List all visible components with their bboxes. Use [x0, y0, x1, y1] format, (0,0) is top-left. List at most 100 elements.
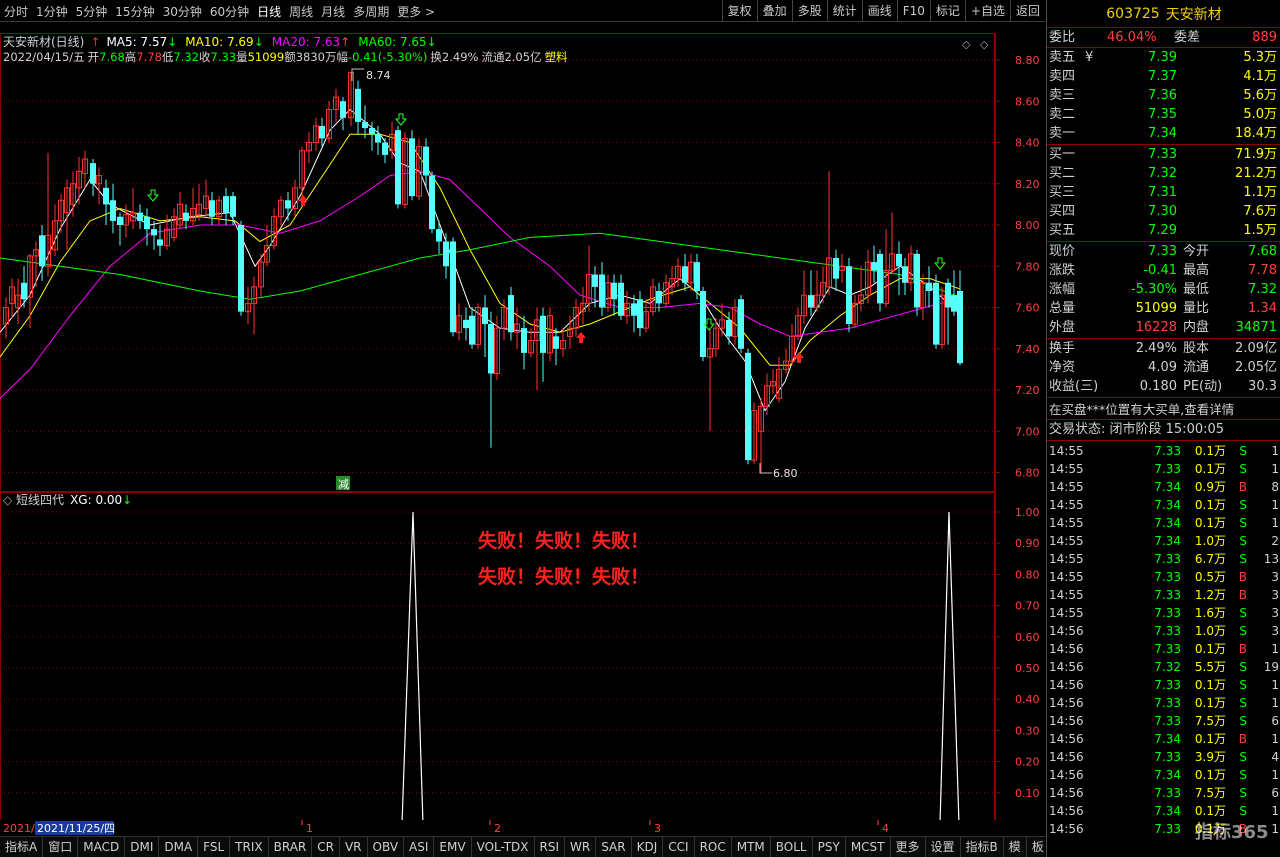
indicator-tab[interactable]: BOLL [771, 837, 813, 857]
period-tab[interactable]: 30分钟 [159, 3, 206, 20]
indicator-tab[interactable]: VR [340, 837, 368, 857]
indicator-tab[interactable]: ASI [404, 837, 435, 857]
stat-label: 涨幅 [1049, 282, 1076, 297]
y-tick-label: 8.40 [1015, 137, 1040, 150]
indicator-tab[interactable]: EMV [434, 837, 472, 857]
tick-count: 1 [1271, 678, 1279, 692]
candlestick [450, 237, 456, 337]
tick-price: 7.33 [1154, 822, 1181, 836]
tick-side: B [1238, 642, 1247, 656]
tick-side: S [1239, 606, 1247, 620]
indicator-tab[interactable]: OBV [368, 837, 405, 857]
toolbar-button[interactable]: F10 [896, 0, 930, 22]
candlestick [534, 307, 540, 390]
candlestick [436, 220, 442, 254]
currency-mark: ¥ [1085, 50, 1094, 65]
candlestick [521, 315, 527, 370]
ma10-label: MA10: 7.69 [185, 35, 253, 49]
indicator-tab[interactable]: TRIX [230, 837, 269, 857]
stock-header[interactable]: 603725 天安新材 [1047, 0, 1280, 28]
info-low-label: 低 [162, 50, 174, 64]
toolbar-button[interactable]: 统计 [826, 0, 862, 22]
period-tab[interactable]: 15分钟 [111, 3, 158, 20]
candlestick [463, 307, 469, 341]
watermark-logo: 指标365 [1195, 822, 1269, 843]
tick-side: B [1238, 570, 1247, 584]
period-tab[interactable]: 1分钟 [32, 3, 72, 20]
candlestick [865, 249, 871, 304]
period-tab[interactable]: 60分钟 [206, 3, 253, 20]
bid-volume: 1.1万 [1243, 185, 1277, 200]
indicator-title-line: ◇ 短线四代 XG: 0.00↓ [3, 493, 132, 507]
toolbar-button[interactable]: 标记 [929, 0, 965, 22]
candlestick [482, 295, 488, 357]
toolbar-button[interactable]: 复权 [721, 0, 757, 22]
indicator-tab[interactable]: RSI [535, 837, 566, 857]
tick-time: 14:55 [1049, 534, 1084, 548]
indicator-tab[interactable]: SAR [596, 837, 632, 857]
info-amount-label: 额 [284, 50, 296, 64]
tick-side: S [1239, 444, 1247, 458]
indicator-tab[interactable]: 更多 [891, 837, 926, 857]
toolbar-button[interactable]: 多股 [791, 0, 827, 22]
bid-label: 买五 [1049, 223, 1076, 238]
toolbar-button[interactable]: 返回 [1009, 0, 1045, 22]
indicator-tab[interactable]: VOL-TDX [472, 837, 535, 857]
ma60-label: MA60: 7.65 [358, 35, 426, 49]
toolbar-button[interactable]: 画线 [861, 0, 897, 22]
indicator-tab[interactable]: DMA [159, 837, 199, 857]
tick-count: 1 [1271, 642, 1279, 656]
indicator-tab[interactable]: 指标A [0, 837, 44, 857]
stat-label: 净资 [1049, 360, 1076, 375]
period-tab[interactable]: 月线 [317, 3, 349, 20]
indicator-tab[interactable]: MACD [78, 837, 126, 857]
notice-row[interactable]: 在买盘***位置有大买单,查看详情 [1049, 400, 1279, 419]
indicator-tab[interactable]: KDJ [632, 837, 664, 857]
indicator-tab[interactable]: WR [565, 837, 597, 857]
right-tab[interactable]: 指标B [961, 837, 1004, 857]
info-open-label: 开 [88, 50, 100, 64]
tick-price: 7.33 [1154, 588, 1181, 602]
period-tab[interactable]: 周线 [285, 3, 317, 20]
indicator-tab[interactable]: ROC [695, 837, 732, 857]
indicator-tab[interactable]: BRAR [269, 837, 313, 857]
period-tab[interactable]: 日线 [253, 3, 285, 20]
candle-body [443, 241, 449, 267]
toolbar-button[interactable]: +自选 [964, 0, 1010, 22]
indicator-tab[interactable]: MTM [732, 837, 771, 857]
tick-row: 14:55 7.33 0.5万 B 3 [1047, 568, 1280, 586]
tick-side: S [1239, 498, 1247, 512]
candlestick [285, 192, 291, 221]
kline-chart-area[interactable]: 8.80 8.60 8.40 8.20 8.00 7.80 7.60 7.40 7.20 7.00… [0, 22, 1045, 842]
indicator-tab[interactable]: CR [312, 837, 340, 857]
tick-volume: 0.1万 [1194, 768, 1226, 782]
indicator-tab[interactable]: CCI [663, 837, 695, 857]
candlestick [177, 192, 183, 230]
sell-arrow-icon [933, 257, 947, 270]
indicator-tab[interactable]: 窗口 [43, 837, 79, 857]
tick-price: 7.33 [1154, 606, 1181, 620]
indicator-tab[interactable]: MCST [846, 837, 891, 857]
toolbar-button[interactable]: 叠加 [756, 0, 792, 22]
candlestick [456, 303, 462, 341]
indicator-tab[interactable]: FSL [198, 837, 231, 857]
tick-count: 8 [1271, 480, 1279, 494]
stat-row: 涨跌 -0.41 最高 7.78 [1049, 261, 1279, 280]
candlestick [580, 286, 586, 324]
indicator-tab[interactable]: DMI [125, 837, 160, 857]
period-tab[interactable]: 多周期 [349, 3, 393, 20]
period-tab[interactable]: 更多 > [393, 3, 439, 20]
moving-average-lines [0, 108, 961, 412]
indicator-tab[interactable]: 设置 [926, 837, 961, 857]
candle-body [39, 235, 45, 267]
candle-body [637, 299, 643, 329]
period-tab[interactable]: 5分钟 [72, 3, 112, 20]
indicator-tab[interactable]: PSY [813, 837, 846, 857]
sell-arrow-icon [146, 189, 160, 202]
month-label: 3 [654, 822, 661, 835]
period-tab[interactable]: 分时 [0, 3, 32, 20]
tick-row: 14:55 7.34 0.1万 S 1 [1047, 514, 1280, 532]
y-tick-label: 7.80 [1015, 260, 1040, 273]
tick-side: S [1239, 786, 1247, 800]
right-tab[interactable]: 模 [1004, 837, 1027, 857]
